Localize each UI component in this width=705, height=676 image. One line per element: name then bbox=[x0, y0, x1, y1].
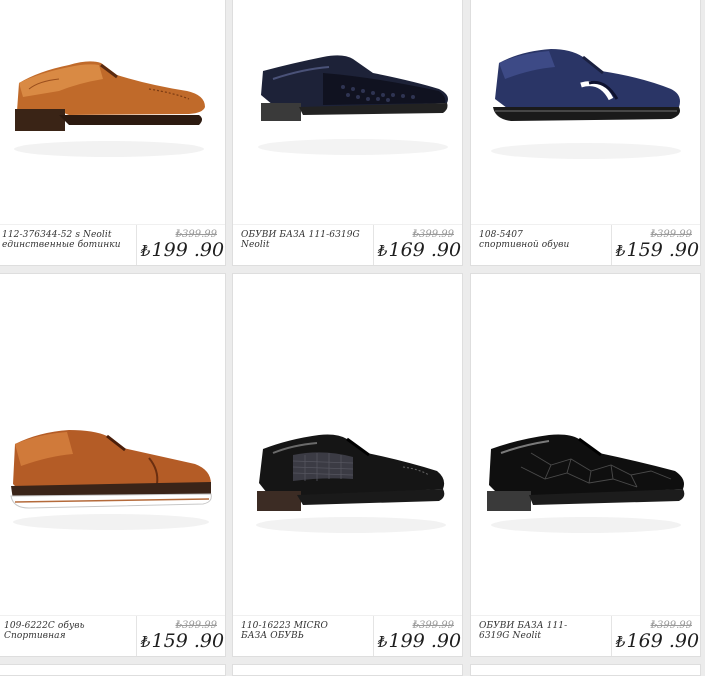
currency-symbol: ₺ bbox=[378, 633, 388, 651]
price-value: 169 .90 bbox=[626, 630, 700, 652]
currency-symbol: ₺ bbox=[616, 242, 626, 260]
current-price: ₺199 .90 bbox=[378, 630, 461, 652]
product-info: 112-376344-52 s Neolit единственные боти… bbox=[0, 224, 225, 265]
currency-symbol: ₺ bbox=[141, 242, 151, 260]
currency-symbol: ₺ bbox=[616, 633, 626, 651]
product-card-partial[interactable] bbox=[470, 664, 701, 676]
product-image[interactable] bbox=[233, 274, 462, 618]
currency-symbol: ₺ bbox=[378, 242, 388, 260]
product-image[interactable] bbox=[233, 0, 462, 227]
product-card[interactable]: ОБУВИ БАЗА 111-6319G Neolit ₺399.99 ₺169… bbox=[470, 273, 701, 657]
tan-brogue-oxford-shoe-icon bbox=[14, 61, 205, 157]
product-card-partial[interactable] bbox=[232, 664, 463, 676]
product-card-partial[interactable] bbox=[0, 664, 226, 676]
product-image[interactable] bbox=[471, 274, 700, 618]
price-box: ₺399.99 ₺169 .90 bbox=[611, 616, 700, 656]
product-card[interactable]: ОБУВИ БАЗА 111-6319G Neolit ₺399.99 ₺169… bbox=[232, 0, 463, 266]
product-info: ОБУВИ БАЗА 111-6319G Neolit ₺399.99 ₺169… bbox=[471, 615, 700, 656]
product-info: ОБУВИ БАЗА 111-6319G Neolit ₺399.99 ₺169… bbox=[233, 224, 462, 265]
current-price: ₺169 .90 bbox=[378, 239, 461, 261]
price-value: 199 .90 bbox=[388, 630, 462, 652]
product-grid: 112-376344-52 s Neolit единственные боти… bbox=[0, 0, 705, 676]
product-info: 109-6222C обувь Спортивная ₺399.99 ₺159 … bbox=[0, 615, 225, 656]
price-value: 159 .90 bbox=[626, 239, 700, 261]
current-price: ₺159 .90 bbox=[616, 239, 699, 261]
product-image[interactable] bbox=[0, 0, 225, 227]
current-price: ₺169 .90 bbox=[616, 630, 699, 652]
price-value: 169 .90 bbox=[388, 239, 462, 261]
price-value: 159 .90 bbox=[151, 630, 225, 652]
price-box: ₺399.99 ₺199 .90 bbox=[373, 616, 462, 656]
product-card[interactable]: 109-6222C обувь Спортивная ₺399.99 ₺159 … bbox=[0, 273, 226, 657]
price-box: ₺399.99 ₺159 .90 bbox=[136, 616, 225, 656]
product-name[interactable]: 110-16223 MICRO БАЗА ОБУВЬ bbox=[241, 621, 353, 641]
black-patent-croc-oxford-shoe-icon bbox=[487, 434, 685, 533]
price-box: ₺399.99 ₺159 .90 bbox=[611, 225, 700, 265]
current-price: ₺159 .90 bbox=[141, 630, 224, 652]
black-patent-wingtip-shoe-icon bbox=[256, 434, 446, 533]
product-info: 108-5407 спортивной обуви ₺399.99 ₺159 .… bbox=[471, 224, 700, 265]
product-image[interactable] bbox=[471, 0, 700, 227]
navy-patent-croc-oxford-shoe-icon bbox=[258, 55, 448, 155]
product-image[interactable] bbox=[0, 274, 225, 618]
brown-sport-oxford-shoe-icon bbox=[10, 430, 212, 530]
price-box: ₺399.99 ₺169 .90 bbox=[373, 225, 462, 265]
product-card[interactable]: 112-376344-52 s Neolit единственные боти… bbox=[0, 0, 226, 266]
price-value: 199 .90 bbox=[151, 239, 225, 261]
product-card[interactable]: 108-5407 спортивной обуви ₺399.99 ₺159 .… bbox=[470, 0, 701, 266]
product-name[interactable]: ОБУВИ БАЗА 111-6319G Neolit bbox=[479, 621, 591, 641]
product-card[interactable]: 110-16223 MICRO БАЗА ОБУВЬ ₺399.99 ₺199 … bbox=[232, 273, 463, 657]
navy-leather-sport-sneaker-icon bbox=[491, 49, 681, 159]
product-name[interactable]: 109-6222C обувь Спортивная bbox=[4, 621, 132, 641]
product-name[interactable]: 112-376344-52 s Neolit единственные боти… bbox=[2, 230, 130, 250]
product-info: 110-16223 MICRO БАЗА ОБУВЬ ₺399.99 ₺199 … bbox=[233, 615, 462, 656]
currency-symbol: ₺ bbox=[141, 633, 151, 651]
current-price: ₺199 .90 bbox=[141, 239, 224, 261]
product-name[interactable]: 108-5407 спортивной обуви bbox=[479, 230, 579, 250]
product-name[interactable]: ОБУВИ БАЗА 111-6319G Neolit bbox=[241, 230, 369, 250]
price-box: ₺399.99 ₺199 .90 bbox=[136, 225, 225, 265]
